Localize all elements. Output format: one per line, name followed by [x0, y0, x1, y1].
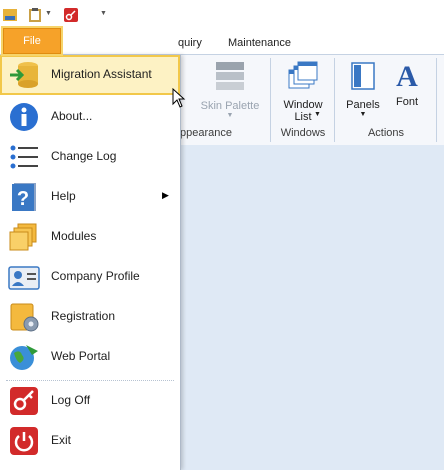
logoff-icon [10, 387, 38, 415]
ribbon-tab-bar [0, 30, 444, 54]
menu-item-label: Modules [51, 229, 97, 243]
modules-icon [9, 223, 37, 251]
group-separator [270, 58, 271, 142]
registration-icon [10, 303, 39, 332]
menu-item-label: Exit [51, 433, 72, 447]
info-icon [10, 103, 38, 131]
group-windows: Windows [280, 127, 326, 139]
panels-icon [351, 62, 375, 90]
migration-icon [10, 62, 38, 88]
group-actions: Actions [367, 127, 405, 139]
globe-icon [10, 345, 38, 370]
svg-text:?: ? [17, 188, 29, 210]
menu-item-label: About... [51, 109, 93, 123]
menu-item-help[interactable]: ? Help ▶ [0, 177, 180, 217]
file-menu: Migration Assistant About... Change Log … [0, 55, 181, 470]
window-list-label-1: Window [283, 99, 323, 111]
skin-palette-button[interactable]: Skin Palette ▼ [198, 60, 262, 119]
menu-item-label: Help [51, 189, 76, 203]
menu-item-label: Migration Assistant [51, 67, 152, 81]
group-appearance: ppearance [180, 127, 232, 139]
chevron-right-icon: ▶ [162, 190, 169, 200]
font-button[interactable]: A Font [388, 60, 426, 108]
menu-item-modules[interactable]: Modules [0, 217, 180, 257]
group-separator [334, 58, 335, 142]
menu-item-company-profile[interactable]: Company Profile [0, 257, 180, 297]
menu-item-change-log[interactable]: Change Log [0, 137, 180, 177]
list-icon [10, 145, 38, 169]
skin-palette-icon [216, 62, 244, 90]
font-icon: A [396, 60, 418, 93]
menu-item-about[interactable]: About... [0, 97, 180, 137]
mouse-cursor-icon [172, 88, 186, 108]
exit-icon [10, 427, 38, 455]
company-profile-icon [8, 266, 40, 290]
menu-item-registration[interactable]: Registration [0, 297, 180, 337]
chevron-down-icon: ▼ [359, 111, 367, 118]
menu-item-label: Change Log [51, 149, 117, 163]
panels-button[interactable]: Panels ▼ [340, 60, 386, 118]
font-label: Font [395, 96, 418, 108]
group-separator [436, 58, 437, 142]
menu-item-migration-assistant[interactable]: Migration Assistant [0, 55, 180, 95]
menu-item-label: Web Portal [51, 349, 111, 363]
tab-maintenance[interactable]: Maintenance [228, 35, 291, 51]
chevron-down-icon: ▼ [314, 111, 321, 118]
window-list-icon [288, 61, 318, 89]
window-list-label-2: List [294, 111, 312, 123]
help-icon: ? [12, 183, 36, 211]
menu-item-label: Company Profile [51, 269, 140, 283]
chevron-down-icon: ▼ [226, 112, 234, 119]
logoff-icon[interactable] [63, 7, 79, 23]
window-list-button[interactable]: Window List ▼ [276, 60, 330, 123]
file-tab[interactable]: File [3, 28, 61, 54]
logo-icon[interactable] [2, 7, 18, 23]
menu-item-label: Log Off [51, 393, 91, 407]
menu-item-log-off[interactable]: Log Off [0, 381, 180, 421]
chevron-down-icon[interactable]: ▼ [45, 10, 52, 17]
panels-label: Panels [346, 99, 380, 111]
skin-palette-label: Skin Palette [200, 100, 260, 112]
menu-item-web-portal[interactable]: Web Portal [0, 337, 180, 377]
tab-inquiry[interactable]: quiry [178, 35, 202, 51]
menu-item-label: Registration [51, 309, 116, 323]
customize-icon[interactable]: ▼ [100, 10, 107, 17]
menu-item-exit[interactable]: Exit [0, 421, 180, 461]
quick-access-toolbar: ▼ ▼ [0, 0, 444, 30]
clipboard-icon[interactable] [27, 7, 43, 23]
